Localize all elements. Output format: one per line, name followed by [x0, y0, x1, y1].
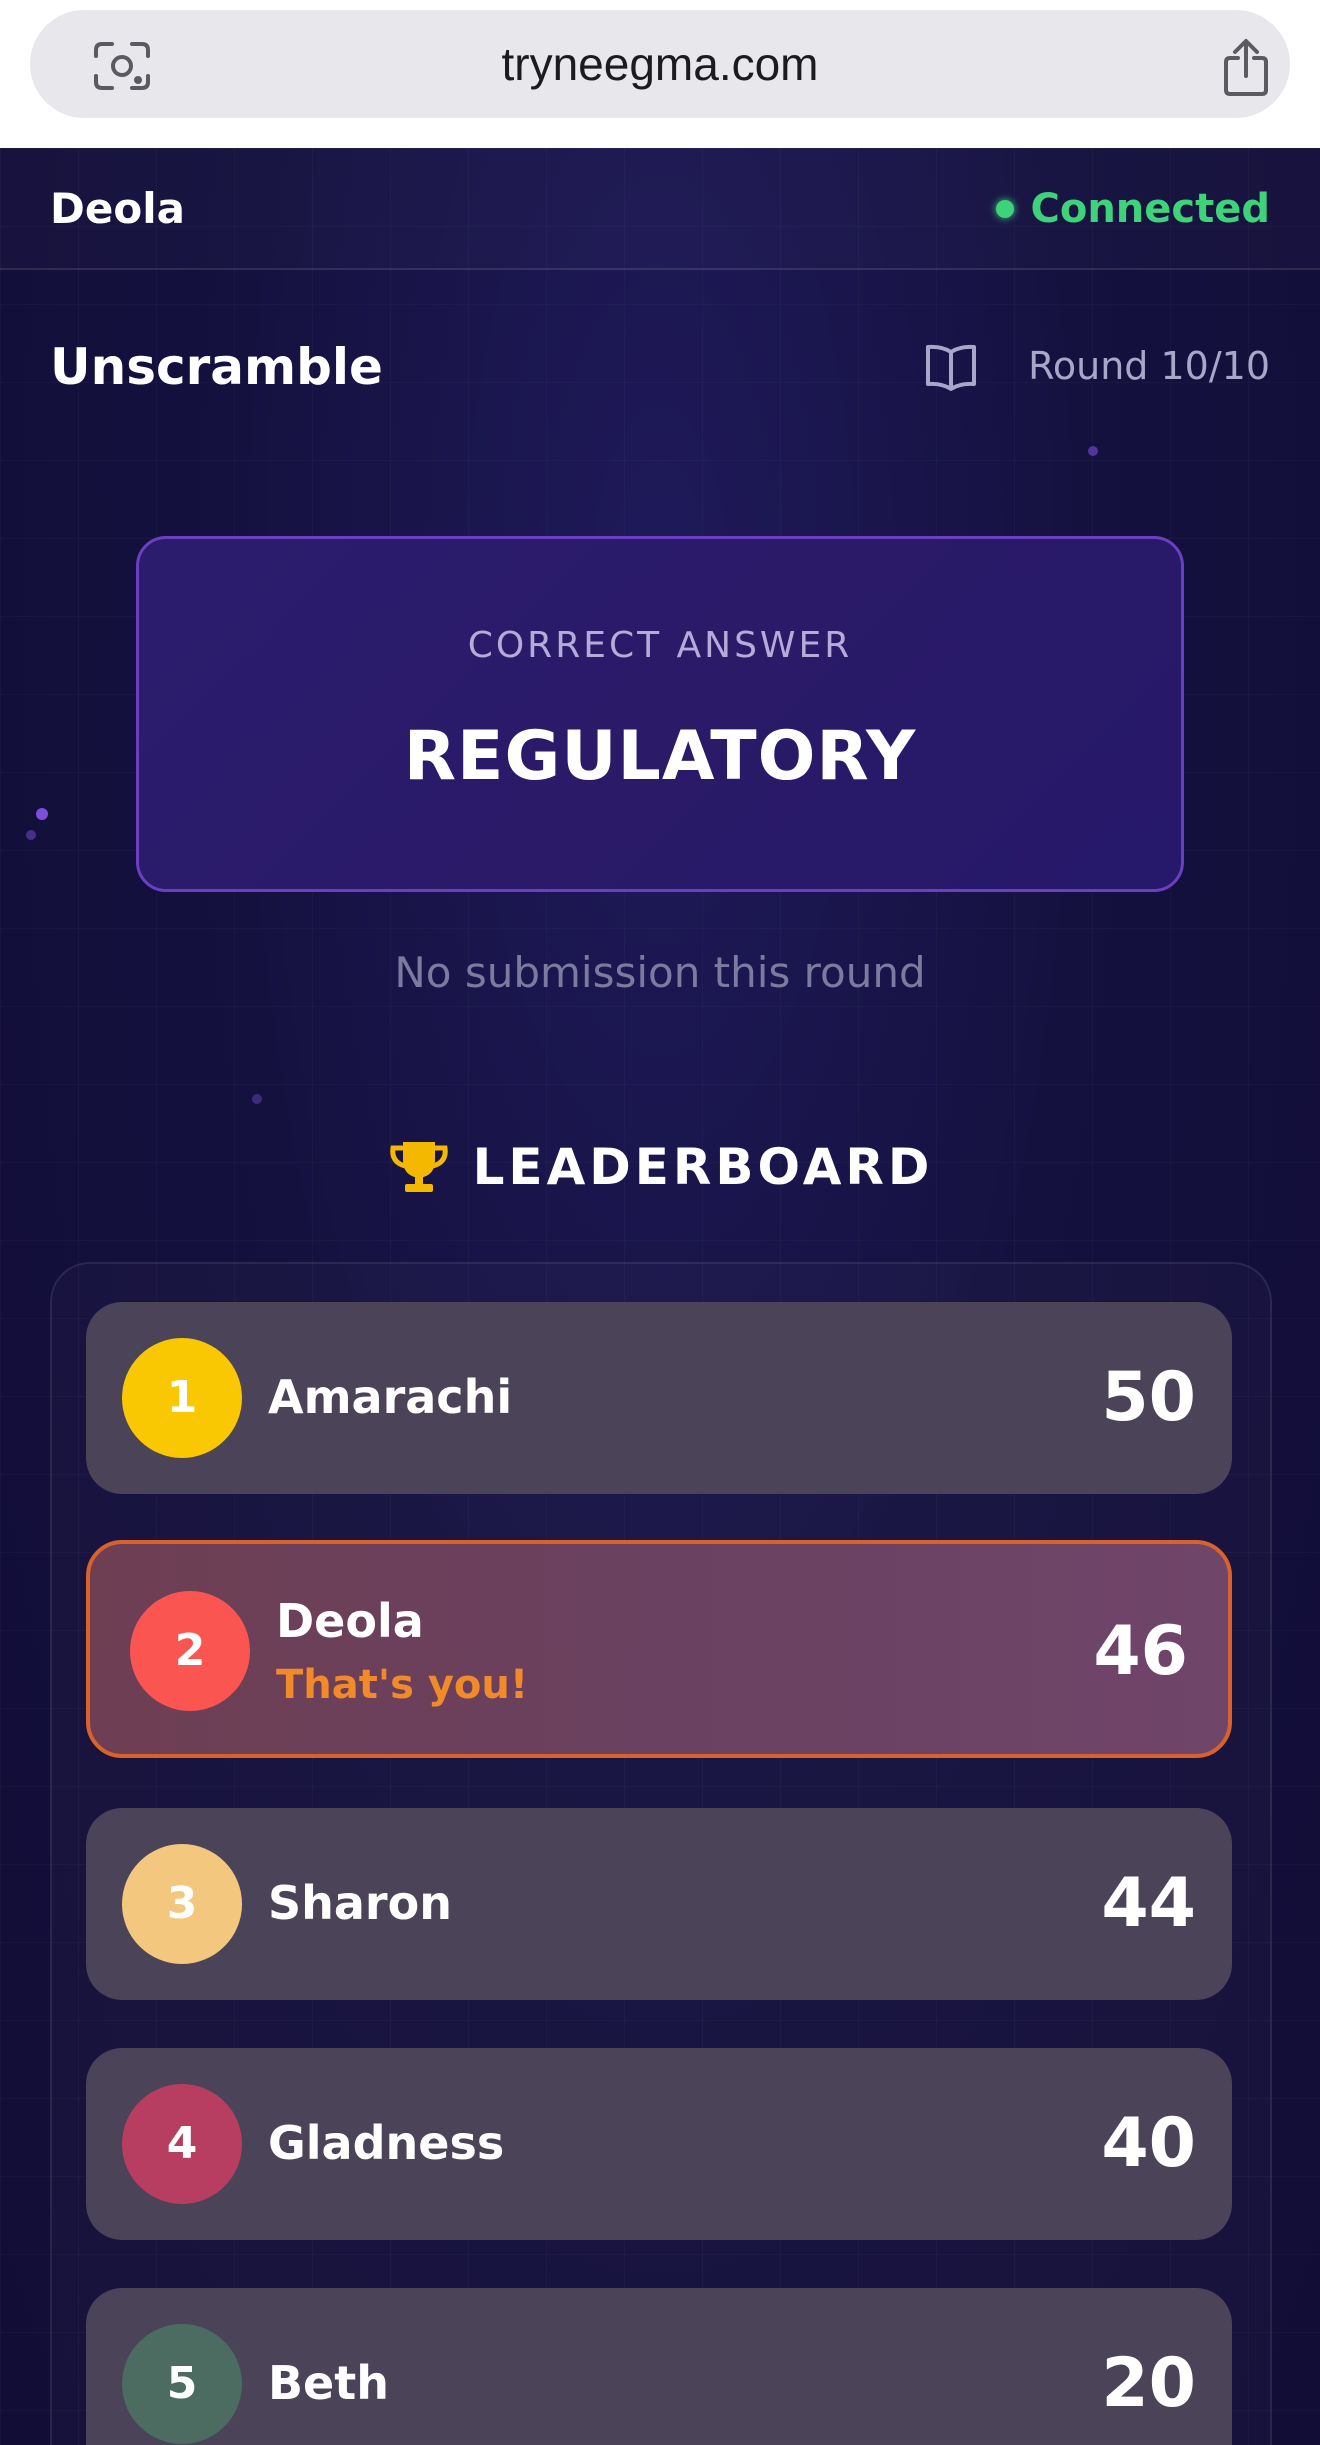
browser-toolbar: tryneegma.com — [0, 0, 1320, 148]
share-icon[interactable] — [1220, 38, 1272, 98]
player-name: Sharon — [268, 1876, 452, 1930]
player-name: Beth — [268, 2356, 389, 2410]
player-score: 40 — [1101, 2104, 1196, 2183]
trophy-icon — [389, 1142, 448, 1192]
correct-answer-word: REGULATORY — [403, 717, 917, 796]
sparkle-dot — [26, 830, 36, 840]
rank-badge: 2 — [130, 1591, 250, 1711]
player-name: Deola — [50, 184, 185, 233]
player-name: Amarachi — [268, 1370, 513, 1424]
leaderboard-row: 1 Amarachi 50 — [86, 1302, 1232, 1494]
game-title: Unscramble — [50, 338, 383, 396]
player-score: 20 — [1101, 2344, 1196, 2423]
player-name: Deola — [276, 1594, 424, 1648]
correct-answer-card: CORRECT ANSWER REGULATORY — [136, 536, 1184, 892]
leaderboard-row-current-user: 2 Deola That's you! 46 — [86, 1540, 1232, 1758]
rank-badge: 4 — [122, 2084, 242, 2204]
leaderboard-row: 5 Beth 20 — [86, 2288, 1232, 2445]
rank-badge: 3 — [122, 1844, 242, 1964]
rank-badge: 1 — [122, 1338, 242, 1458]
connection-status-text: Connected — [1030, 186, 1270, 232]
url-text[interactable]: tryneegma.com — [30, 10, 1290, 118]
sparkle-dot — [36, 808, 48, 820]
player-name: Gladness — [268, 2116, 505, 2170]
leaderboard-row: 4 Gladness 40 — [86, 2048, 1232, 2240]
leaderboard-heading: LEADERBOARD — [0, 1138, 1320, 1196]
app-header: Deola Connected — [0, 148, 1320, 270]
current-user-label: That's you! — [276, 1662, 529, 1708]
rank-badge: 5 — [122, 2324, 242, 2444]
player-score: 44 — [1101, 1864, 1196, 1943]
status-dot-icon — [996, 200, 1015, 218]
address-bar[interactable]: tryneegma.com — [30, 10, 1290, 118]
game-screen: Deola Connected Unscramble Round 10/10 C… — [0, 148, 1320, 2445]
correct-answer-caption: CORRECT ANSWER — [467, 625, 853, 666]
leaderboard-row: 3 Sharon 44 — [86, 1808, 1232, 2000]
round-indicator: Round 10/10 — [1028, 344, 1270, 388]
sparkle-dot — [1088, 446, 1098, 456]
connection-status: Connected — [996, 184, 1270, 234]
submission-status: No submission this round — [394, 948, 926, 997]
player-score: 50 — [1101, 1358, 1196, 1437]
leaderboard-title: LEADERBOARD — [472, 1138, 934, 1196]
player-score: 46 — [1093, 1612, 1188, 1691]
book-icon[interactable] — [924, 342, 978, 392]
sparkle-dot — [252, 1094, 262, 1104]
